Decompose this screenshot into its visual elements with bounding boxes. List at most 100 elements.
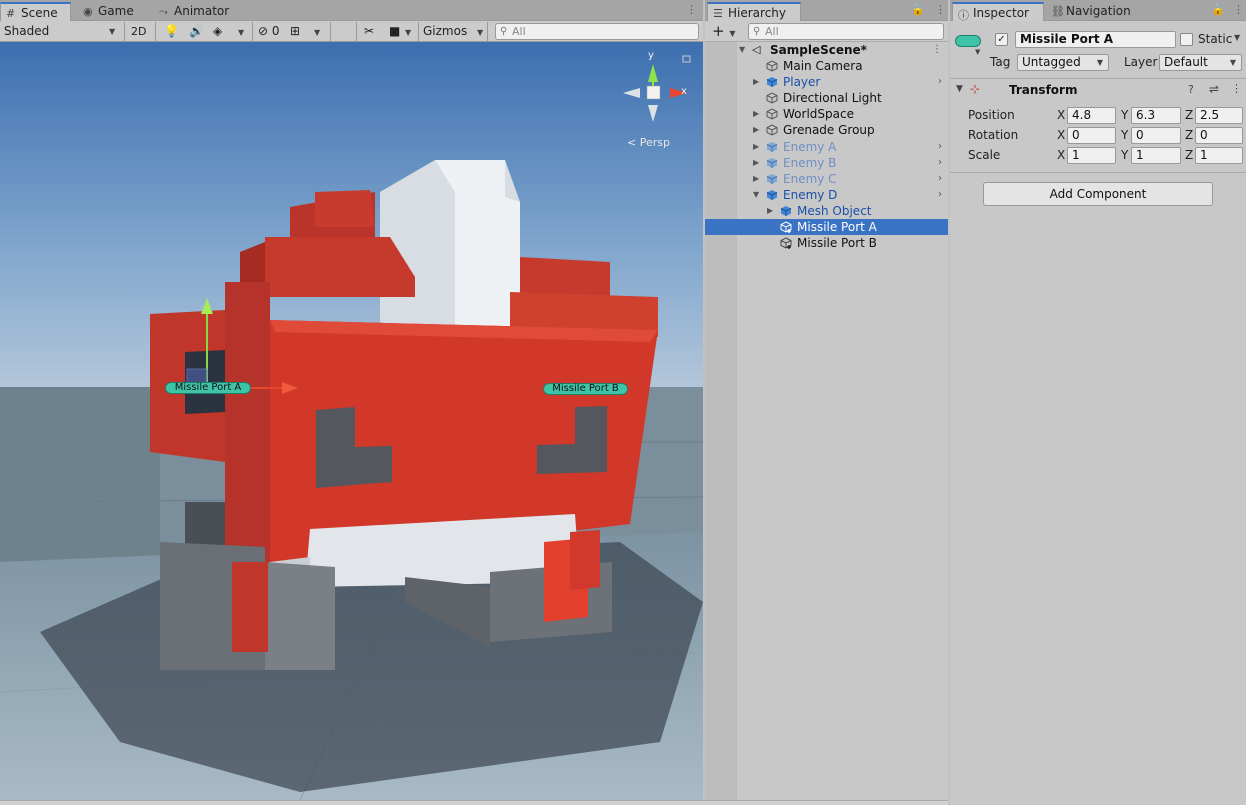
static-dropdown-icon[interactable]: ▼ (1234, 33, 1240, 42)
chevron-right-icon[interactable]: › (938, 171, 942, 187)
tree-item-enemy-a[interactable]: ▶ Enemy A › (705, 139, 948, 155)
eye-slash-icon: ⊘ (258, 24, 269, 38)
object-name-field[interactable]: Missile Port A (1015, 31, 1176, 48)
grid-dropdown-icon[interactable]: ▼ (314, 22, 320, 41)
position-y-field[interactable]: 6.3 (1131, 107, 1181, 124)
tab-inspector[interactable]: ⓘ Inspector (952, 2, 1044, 22)
hierarchy-tabbar: ☰ Hierarchy 🔒 ⋮ (705, 0, 948, 21)
missile-port-a-scene-label[interactable]: Missile Port A (165, 382, 251, 394)
kebab-menu-icon[interactable]: ⋮ (1233, 3, 1244, 16)
lighting-toggle-icon[interactable]: 💡 (164, 22, 179, 41)
scene-viewport[interactable]: y x < Persp Missile Port A Missile Port … (0, 42, 703, 800)
collapse-arrow-icon[interactable]: ▶ (753, 139, 759, 155)
collapse-arrow-icon[interactable]: ▶ (753, 106, 759, 122)
tab-hierarchy[interactable]: ☰ Hierarchy (707, 2, 801, 21)
tree-item-mesh-object[interactable]: ▶ Mesh Object (705, 203, 948, 219)
collapse-arrow-icon[interactable]: ▶ (753, 74, 759, 90)
tab-scene[interactable]: # Scene (0, 2, 71, 21)
axis-z-label[interactable]: Z (1185, 148, 1193, 162)
position-x-field[interactable]: 4.8 (1067, 107, 1116, 124)
tag-label: Tag (990, 55, 1011, 69)
scale-x-field[interactable]: 1 (1067, 147, 1116, 164)
collapse-arrow-icon[interactable]: ▶ (767, 203, 773, 219)
collapse-arrow-icon[interactable]: ▶ (753, 155, 759, 171)
audio-toggle-icon[interactable]: 🔊 (189, 22, 204, 41)
tree-item-enemy-c[interactable]: ▶ Enemy C › (705, 171, 948, 187)
grid-toggle-icon[interactable]: ⊞ (290, 22, 300, 41)
axis-x-label[interactable]: X (1057, 128, 1065, 142)
hierarchy-panel: ☰ Hierarchy 🔒 ⋮ + ▼ ⚲ All ▼ ◁ SampleScen… (705, 0, 948, 800)
tree-item-worldspace[interactable]: ▶ WorldSpace (705, 106, 948, 122)
axis-x-label[interactable]: X (1057, 108, 1065, 122)
shading-mode-dropdown[interactable]: Shaded ▼ (4, 22, 119, 41)
transform-header[interactable]: ▼ ⊹ Transform ? ⇌ ⋮ (950, 81, 1246, 101)
tree-item-player[interactable]: ▶ Player › (705, 74, 948, 90)
effects-toggle-icon[interactable]: ◈ (213, 22, 222, 41)
position-z-field[interactable]: 2.5 (1195, 107, 1243, 124)
search-icon: ⚲ (753, 26, 761, 37)
scale-z-field[interactable]: 1 (1195, 147, 1243, 164)
tab-navigation[interactable]: ⛓ Navigation (1046, 2, 1146, 21)
kebab-menu-icon[interactable]: ⋮ (1231, 82, 1242, 95)
collapse-arrow-icon[interactable]: ▶ (753, 122, 759, 138)
add-component-button[interactable]: Add Component (983, 182, 1213, 206)
tree-item-enemy-b[interactable]: ▶ Enemy B › (705, 155, 948, 171)
tree-item-grenade-group[interactable]: ▶ Grenade Group (705, 122, 948, 138)
prefab-cube-icon (766, 158, 778, 168)
position-row: Position X 4.8 Y 6.3 Z 2.5 (950, 106, 1246, 126)
camera-dropdown-icon[interactable]: ▼ (405, 22, 411, 41)
tree-item-missile-port-a[interactable]: Missile Port A (705, 219, 948, 235)
tree-item-directional-light[interactable]: Directional Light (705, 90, 948, 106)
axis-x-label[interactable]: X (1057, 148, 1065, 162)
rotation-x-field[interactable]: 0 (1067, 127, 1116, 144)
tab-game[interactable]: ◉ Game (78, 2, 148, 21)
kebab-menu-icon[interactable]: ⋮ (686, 3, 697, 16)
hierarchy-search-input[interactable]: ⚲ All (748, 23, 944, 40)
tree-item-main-camera[interactable]: Main Camera (705, 58, 948, 74)
scene-search-input[interactable]: ⚲ All (495, 23, 699, 40)
tree-item-missile-port-b[interactable]: Missile Port B (705, 235, 948, 251)
collapse-arrow-icon[interactable]: ▶ (753, 171, 759, 187)
presets-icon[interactable]: ⇌ (1209, 82, 1219, 96)
expand-arrow-icon[interactable]: ▼ (753, 187, 759, 203)
help-icon[interactable]: ? (1188, 83, 1194, 96)
chevron-down-icon: ▼ (975, 48, 981, 56)
hidden-objects-toggle[interactable]: ⊘ 0 (258, 22, 280, 41)
kebab-menu-icon[interactable]: ⋮ (935, 3, 946, 16)
static-checkbox[interactable] (1180, 33, 1193, 46)
axis-y-label[interactable]: Y (1121, 128, 1128, 142)
gizmo-axis-y-label: y (648, 50, 654, 61)
rotation-y-field[interactable]: 0 (1131, 127, 1181, 144)
chevron-right-icon[interactable]: › (938, 139, 942, 155)
projection-toggle[interactable]: < Persp (627, 136, 670, 149)
axis-y-label[interactable]: Y (1121, 108, 1128, 122)
lock-icon[interactable]: 🔒 (1211, 3, 1225, 16)
missile-port-b-scene-label[interactable]: Missile Port B (543, 383, 628, 395)
chevron-right-icon[interactable]: › (938, 155, 942, 171)
rotation-z-field[interactable]: 0 (1195, 127, 1243, 144)
tab-animator[interactable]: ⤳ Animator (154, 2, 244, 21)
toggle-2d-button[interactable]: 2D (131, 22, 146, 41)
object-icon[interactable] (955, 35, 981, 47)
tools-icon[interactable]: ✂ (364, 22, 374, 41)
create-button[interactable]: + ▼ (712, 22, 736, 41)
lock-icon[interactable]: 🔒 (911, 3, 925, 16)
prefab-cube-icon (766, 174, 778, 184)
axis-y-label[interactable]: Y (1121, 148, 1128, 162)
axis-z-label[interactable]: Z (1185, 128, 1193, 142)
tree-item-samplescene[interactable]: ▼ ◁ SampleScene* ⋮ (705, 42, 948, 58)
scale-y-field[interactable]: 1 (1131, 147, 1181, 164)
chevron-right-icon[interactable]: › (938, 74, 942, 90)
effects-dropdown-icon[interactable]: ▼ (238, 22, 244, 41)
tag-dropdown[interactable]: Untagged ▼ (1017, 54, 1109, 71)
axis-z-label[interactable]: Z (1185, 108, 1193, 122)
tree-item-enemy-d[interactable]: ▼ Enemy D › (705, 187, 948, 203)
active-checkbox[interactable]: ✓ (995, 33, 1008, 46)
layer-dropdown[interactable]: Default ▼ (1159, 54, 1242, 71)
foldout-arrow-icon[interactable]: ▼ (956, 84, 963, 94)
camera-icon[interactable]: ■ (389, 22, 400, 41)
expand-arrow-icon[interactable]: ▼ (739, 42, 745, 58)
gizmos-dropdown[interactable]: Gizmos ▼ (423, 22, 483, 41)
chevron-right-icon[interactable]: › (938, 187, 942, 203)
kebab-menu-icon[interactable]: ⋮ (932, 42, 942, 58)
